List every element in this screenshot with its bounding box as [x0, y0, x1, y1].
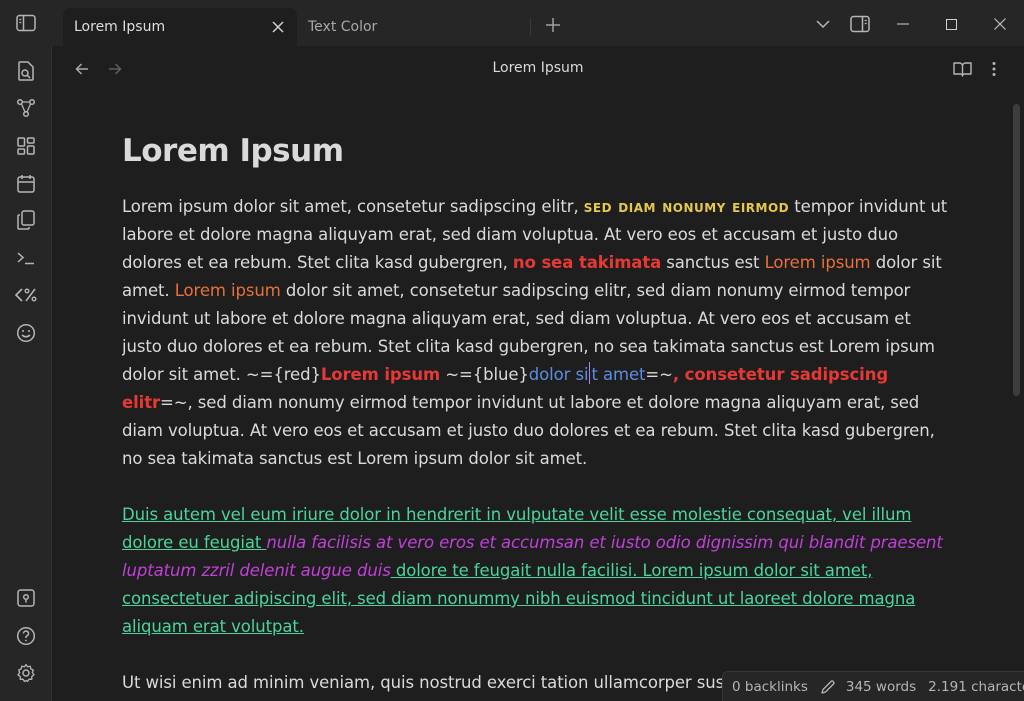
tab-lorem-ipsum[interactable]: Lorem Ipsum [63, 8, 297, 46]
templates-button[interactable] [14, 208, 38, 232]
blue-text: dolor si [528, 365, 589, 384]
window-close-icon [994, 18, 1006, 30]
orange-text: Lorem ipsum [764, 253, 871, 272]
view-header: Lorem Ipsum [52, 46, 1024, 92]
emoji-button[interactable] [14, 321, 38, 345]
quick-switcher-icon [17, 61, 35, 81]
command-palette-icon [17, 251, 35, 265]
more-options-button[interactable] [982, 57, 1006, 81]
daily-note-icon [17, 174, 35, 193]
close-icon[interactable] [269, 18, 287, 36]
title-bar: Lorem Ipsum Text Color [0, 0, 1024, 46]
yellow-smallcaps-text: sed diam nonumy eirmod [583, 197, 790, 216]
command-palette-button[interactable] [14, 246, 38, 270]
quick-switcher-button[interactable] [14, 59, 38, 83]
more-options-icon [992, 61, 996, 77]
split-view-icon [850, 15, 870, 33]
percent-button[interactable] [14, 283, 38, 307]
paragraph-1[interactable]: Lorem ipsum dolor sit amet, consetetur s… [122, 193, 952, 473]
editor[interactable]: Lorem Ipsum Lorem ipsum dolor sit amet, … [122, 92, 952, 701]
right-sidebar-toggle-button[interactable] [848, 12, 872, 36]
blue-text: t amet [591, 365, 646, 384]
scrollbar[interactable] [1013, 104, 1020, 396]
text-span: Lorem ipsum dolor sit amet, consetetur s… [122, 197, 584, 216]
reading-view-icon [952, 61, 972, 77]
close-window-button[interactable] [988, 12, 1012, 36]
minimize-button[interactable] [891, 12, 915, 36]
canvas-icon [17, 137, 35, 155]
tab-label: Lorem Ipsum [74, 19, 166, 35]
backlinks-count[interactable]: 0 backlinks [732, 679, 808, 695]
view-title[interactable]: Lorem Ipsum [52, 60, 1024, 76]
tab-text-color[interactable]: Text Color [297, 8, 529, 46]
text-span: =~ [645, 365, 673, 384]
status-bar: 0 backlinks 345 words 2.191 characters [722, 671, 1024, 701]
plus-icon [545, 17, 561, 33]
minimize-icon [897, 23, 909, 25]
settings-icon [16, 663, 36, 683]
maximize-button[interactable] [939, 12, 963, 36]
left-ribbon [0, 46, 52, 701]
help-icon [16, 626, 36, 646]
sidebar-toggle-icon [16, 14, 36, 32]
document-title[interactable]: Lorem Ipsum [122, 133, 952, 175]
paragraph-2[interactable]: Duis autem vel eum iriure dolor in hendr… [122, 501, 952, 641]
tab-list-button[interactable] [811, 12, 835, 36]
canvas-button[interactable] [14, 134, 38, 158]
text-span: =~, sed diam nonumy eirmod tempor invidu… [122, 393, 935, 468]
vault-icon [17, 589, 35, 607]
red-bold-text: Lorem ipsum [320, 365, 441, 384]
graph-view-button[interactable] [14, 96, 38, 120]
new-tab-button[interactable] [541, 13, 565, 37]
emoji-icon [16, 323, 36, 343]
text-span: sanctus est [661, 253, 765, 272]
reading-view-button[interactable] [950, 57, 974, 81]
vault-switcher-button[interactable] [14, 586, 38, 610]
word-count: 345 words [845, 678, 917, 695]
tab-divider [530, 18, 531, 36]
daily-note-button[interactable] [14, 171, 38, 195]
pencil-icon[interactable] [820, 679, 836, 695]
text-span: ~={blue} [440, 365, 529, 384]
percent-icon [15, 287, 37, 303]
settings-button[interactable] [14, 661, 38, 685]
templates-icon [17, 210, 35, 230]
tab-label: Text Color [308, 19, 378, 35]
maximize-icon [945, 18, 957, 30]
red-bold-text: no sea takimata [512, 253, 662, 272]
character-count: 2.191 characters [928, 678, 1024, 695]
graph-view-icon [16, 98, 36, 118]
sidebar-toggle-button[interactable] [0, 0, 52, 46]
help-button[interactable] [14, 624, 38, 648]
orange-text: Lorem ipsum [174, 281, 281, 300]
chevron-down-icon [816, 20, 830, 28]
